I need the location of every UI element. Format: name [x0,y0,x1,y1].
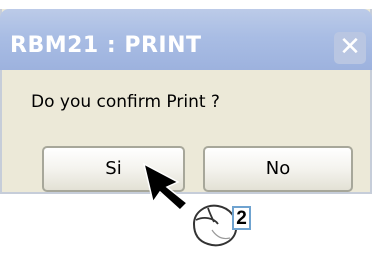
yes-button-label: Si [105,158,122,179]
no-button-label: No [265,158,291,179]
close-button[interactable]: ✕ [334,32,366,64]
confirm-message: Do you confirm Print ? [31,92,220,112]
close-icon[interactable]: ✕ [339,32,361,62]
step-number-badge: 2 [232,206,251,230]
dialog-title: RBM21 : PRINT [10,33,202,58]
no-button[interactable]: No [203,146,353,192]
dialog-titlebar[interactable]: RBM21 : PRINT ✕ [0,9,372,70]
